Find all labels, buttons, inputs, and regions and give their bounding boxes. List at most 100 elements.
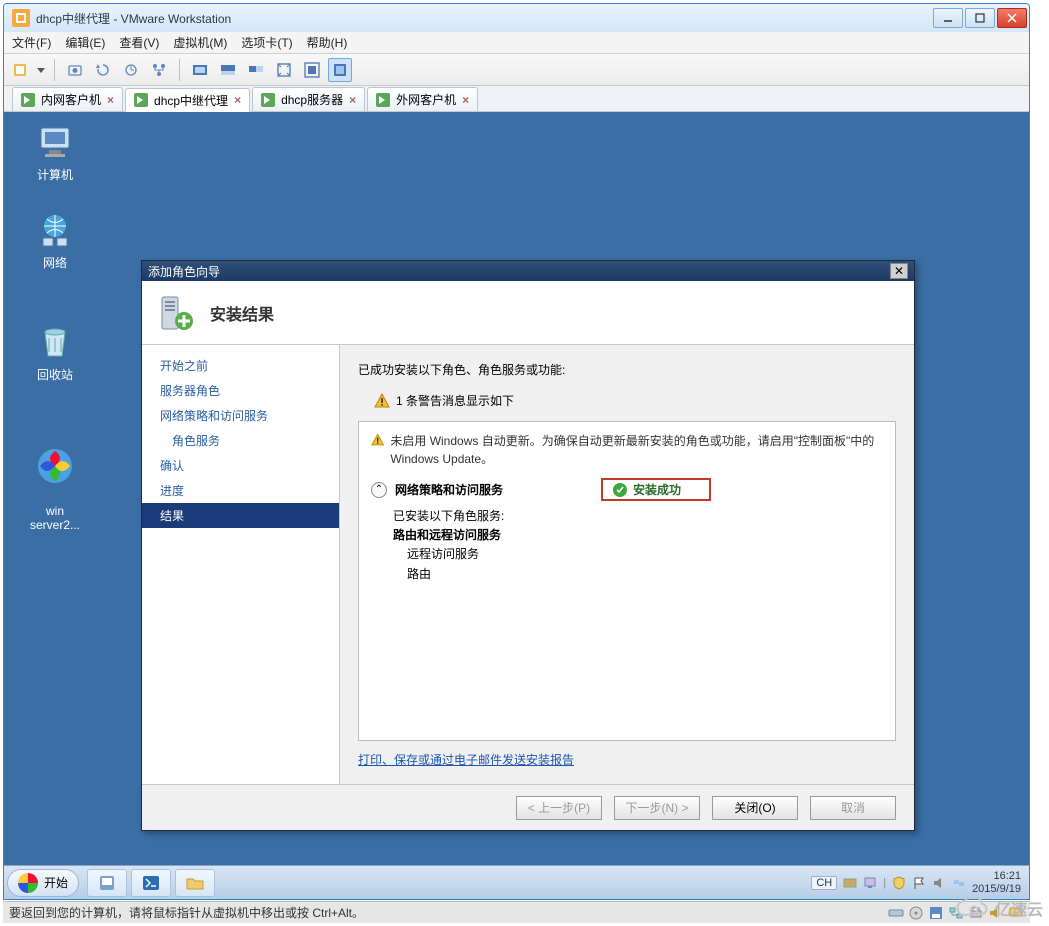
wizard-header-title: 安装结果 <box>210 301 274 325</box>
tray-icon[interactable] <box>843 876 857 890</box>
taskbar-explorer[interactable] <box>175 869 215 897</box>
results-lead-text: 已成功安装以下角色、角色服务或功能: <box>358 361 896 378</box>
device-hdd-icon[interactable] <box>888 905 904 921</box>
results-content-box: 未启用 Windows 自动更新。为确保自动更新最新安装的角色或功能，请启用"控… <box>358 421 896 741</box>
tab-outer-client[interactable]: 外网客户机 × <box>367 87 478 111</box>
status-text: 要返回到您的计算机，请将鼠标指针从虚拟机中移出或按 Ctrl+Alt。 <box>9 904 364 921</box>
thumbnail-bar-icon[interactable] <box>216 58 240 82</box>
recycle-bin-icon <box>35 322 75 362</box>
ime-indicator[interactable]: CH <box>811 876 837 890</box>
maximize-button[interactable] <box>965 8 995 28</box>
tab-close-icon[interactable]: × <box>234 93 241 107</box>
menu-help[interactable]: 帮助(H) <box>307 34 348 51</box>
snapshot-manage-icon[interactable] <box>119 58 143 82</box>
snapshot-revert-icon[interactable] <box>91 58 115 82</box>
menu-bar: 文件(F) 编辑(E) 查看(V) 虚拟机(M) 选项卡(T) 帮助(H) <box>4 32 1029 54</box>
installed-item: 远程访问服务 <box>407 545 883 564</box>
icon-label: win server2... <box>20 504 90 532</box>
step-before-begin[interactable]: 开始之前 <box>142 353 339 378</box>
tab-dhcp-server[interactable]: dhcp服务器× <box>252 87 365 111</box>
vmware-window-title: dhcp中继代理 - VMware Workstation <box>36 10 933 27</box>
icon-label: 回收站 <box>20 366 90 383</box>
desktop-icon-network[interactable]: 网络 <box>20 210 90 271</box>
install-success-badge: 安装成功 <box>601 478 711 501</box>
tab-close-icon[interactable]: × <box>462 93 469 107</box>
step-role-services[interactable]: 角色服务 <box>142 428 339 453</box>
windows-orb-icon <box>35 446 75 486</box>
stretch-guest-icon[interactable] <box>272 58 296 82</box>
clock-time: 16:21 <box>972 870 1021 882</box>
device-floppy-icon[interactable] <box>928 905 944 921</box>
installed-services-block: 已安装以下角色服务: 路由和远程访问服务 远程访问服务 路由 <box>393 507 883 584</box>
step-confirm[interactable]: 确认 <box>142 453 339 478</box>
report-link[interactable]: 打印、保存或通过电子邮件发送安装报告 <box>358 753 574 767</box>
vm-running-icon <box>21 93 35 107</box>
tray-network-icon[interactable] <box>863 876 877 890</box>
next-button: 下一步(N) > <box>614 796 700 820</box>
guest-system-tray: CH | 16:21 2015/9/19 <box>803 870 1029 894</box>
power-on-icon[interactable] <box>8 58 32 82</box>
desktop-icon-winserver[interactable]: win server2... <box>20 432 90 546</box>
installed-label: 已安装以下角色服务: <box>393 507 883 526</box>
section-title: 网络策略和访问服务 <box>395 481 503 498</box>
tab-inner-client[interactable]: 内网客户机 × <box>12 87 123 111</box>
result-section-row: ⌃ 网络策略和访问服务 安装成功 <box>371 478 883 501</box>
taskbar-powershell[interactable] <box>131 869 171 897</box>
step-nps[interactable]: 网络策略和访问服务 <box>142 403 339 428</box>
vmware-titlebar[interactable]: dhcp中继代理 - VMware Workstation <box>4 4 1029 32</box>
toolbar <box>4 54 1029 86</box>
wizard-titlebar[interactable]: 添加角色向导 ✕ <box>142 261 914 281</box>
device-cd-icon[interactable] <box>908 905 924 921</box>
menu-view[interactable]: 查看(V) <box>119 34 159 51</box>
prev-button: < 上一步(P) <box>516 796 602 820</box>
close-wizard-button[interactable]: 关闭(O) <box>712 796 798 820</box>
tab-dhcp-relay[interactable]: dhcp中继代理× <box>125 88 250 112</box>
menu-file[interactable]: 文件(F) <box>12 34 51 51</box>
tab-label: 外网客户机 <box>396 91 456 108</box>
start-button[interactable]: 开始 <box>7 869 79 897</box>
desktop-icon-computer[interactable]: 计算机 <box>20 122 90 183</box>
start-label: 开始 <box>44 874 68 891</box>
step-server-roles[interactable]: 服务器角色 <box>142 378 339 403</box>
minimize-button[interactable] <box>933 8 963 28</box>
tab-close-icon[interactable]: × <box>107 93 114 107</box>
desktop-icon-recycle[interactable]: 回收站 <box>20 322 90 383</box>
computer-icon <box>35 122 75 162</box>
tray-network2-icon[interactable] <box>952 876 966 890</box>
unity-icon[interactable] <box>328 58 352 82</box>
tray-sound-icon[interactable] <box>932 876 946 890</box>
installed-service-group: 路由和远程访问服务 <box>393 528 501 542</box>
clock-date: 2015/9/19 <box>972 883 1021 895</box>
tray-shield-icon[interactable] <box>892 876 906 890</box>
tab-close-icon[interactable]: × <box>349 93 356 107</box>
warning-icon <box>374 393 390 409</box>
wizard-header: 安装结果 <box>142 281 914 345</box>
success-text: 安装成功 <box>633 481 681 498</box>
vm-running-icon <box>134 93 148 107</box>
menu-edit[interactable]: 编辑(E) <box>65 34 105 51</box>
show-console-icon[interactable] <box>188 58 212 82</box>
step-progress[interactable]: 进度 <box>142 478 339 503</box>
multi-monitor-icon[interactable] <box>244 58 268 82</box>
icon-label: 计算机 <box>20 166 90 183</box>
tab-label: 内网客户机 <box>41 91 101 108</box>
tray-flag-icon[interactable] <box>912 876 926 890</box>
collapse-toggle-icon[interactable]: ⌃ <box>371 482 387 498</box>
snapshot-tree-icon[interactable] <box>147 58 171 82</box>
wizard-footer: < 上一步(P) 下一步(N) > 关闭(O) 取消 <box>142 784 914 830</box>
fullscreen-icon[interactable] <box>300 58 324 82</box>
windows-orb-icon <box>18 873 38 893</box>
power-dropdown-icon[interactable] <box>36 66 46 74</box>
menu-vm[interactable]: 虚拟机(M) <box>173 34 227 51</box>
step-results[interactable]: 结果 <box>142 503 339 528</box>
vmware-status-bar: 要返回到您的计算机，请将鼠标指针从虚拟机中移出或按 Ctrl+Alt。 <box>3 901 1030 923</box>
icon-label: 网络 <box>20 254 90 271</box>
guest-desktop[interactable]: 计算机 网络 回收站 win server2... 添加角色向导 ✕ 安装结果 <box>4 112 1029 899</box>
close-button[interactable] <box>997 8 1027 28</box>
menu-tabs[interactable]: 选项卡(T) <box>241 34 292 51</box>
wizard-close-button[interactable]: ✕ <box>890 263 908 279</box>
snapshot-take-icon[interactable] <box>63 58 87 82</box>
cloud-logo-icon <box>955 897 989 919</box>
taskbar-clock[interactable]: 16:21 2015/9/19 <box>972 870 1021 894</box>
taskbar-server-manager[interactable] <box>87 869 127 897</box>
